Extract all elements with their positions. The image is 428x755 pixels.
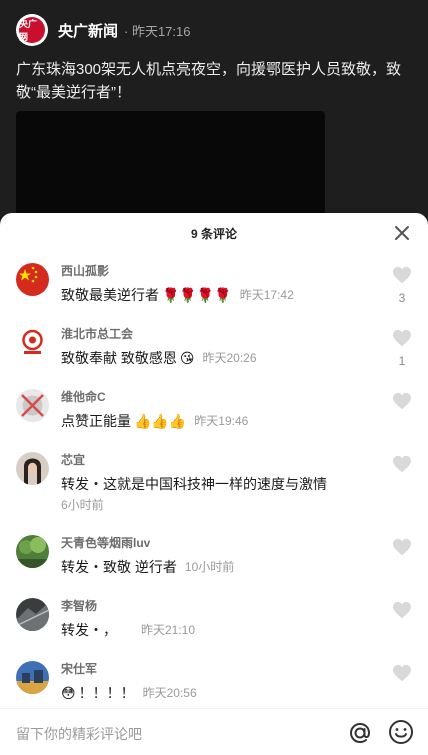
comment-text: 致敬奉献 致敬感恩 — [61, 350, 177, 366]
comment-author[interactable]: 李智杨 — [61, 598, 368, 614]
avatar[interactable] — [16, 389, 49, 422]
comment-input[interactable]: 留下你的精彩评论吧 — [16, 724, 142, 744]
heart-icon — [393, 664, 411, 682]
heart-icon — [393, 455, 411, 473]
avatar[interactable] — [16, 535, 49, 568]
comment-author[interactable]: 维他命C — [61, 389, 368, 405]
channel-logo[interactable]: 央广网 — [16, 14, 48, 46]
at-icon[interactable] — [346, 719, 374, 747]
thumbs-up-emoji-icon: 👍👍👍 — [134, 413, 187, 429]
heart-icon — [393, 392, 411, 410]
post-time: · 昨天17:16 — [124, 23, 191, 39]
rose-emoji-icon: 🌹🌹🌹🌹 — [162, 287, 232, 303]
like-button[interactable]: 3 — [390, 266, 414, 305]
like-button[interactable]: 1 — [390, 329, 414, 368]
avatar[interactable] — [16, 661, 49, 694]
comment-input-bar: 留下你的精彩评论吧 — [0, 708, 428, 755]
post-text: 广东珠海300架无人机点亮夜空，向援鄂医护人员致敬，致敬“最美逆行者”！ — [16, 61, 402, 101]
comment-time: 10小时前 — [184, 560, 235, 574]
heart-icon — [393, 266, 411, 284]
post-meta: 央广网 央广新闻 · 昨天17:16 — [16, 14, 191, 46]
comment-author[interactable]: 西山孤影 — [61, 263, 368, 279]
comment-author[interactable]: 宋仕军 — [61, 661, 368, 677]
avatar[interactable] — [16, 452, 49, 485]
avatar[interactable] — [16, 598, 49, 631]
like-button[interactable] — [390, 392, 414, 415]
avatar[interactable] — [16, 326, 49, 359]
comment-text: 转发・这就是中国科技神一样的速度与激情 — [61, 476, 327, 492]
comment-text: ！！！！ — [78, 685, 135, 701]
comment-text: 点赞正能量 — [61, 413, 131, 429]
like-count: 3 — [398, 291, 406, 305]
video-player[interactable] — [16, 111, 325, 215]
like-button[interactable] — [390, 601, 414, 624]
close-icon[interactable] — [390, 221, 414, 245]
comment-author[interactable]: 芯宜 — [61, 452, 368, 468]
comments-title: 9 条评论 — [190, 227, 237, 241]
comment-time: 昨天20:26 — [202, 351, 257, 365]
comment-time: 昨天21:10 — [141, 623, 196, 637]
comments-sheet: 9 条评论 西山孤影 致敬最美逆行者 🌹🌹🌹🌹 昨天17:42 3 淮北市总工会… — [0, 213, 428, 755]
heart-icon — [393, 601, 411, 619]
post-author[interactable]: 央广新闻 — [58, 20, 118, 41]
comment-time: 6小时前 — [61, 498, 104, 512]
like-button[interactable] — [390, 538, 414, 561]
comment-time: 昨天17:42 — [239, 288, 294, 302]
smiley-icon[interactable] — [388, 719, 414, 745]
comment-author[interactable]: 天青色等烟雨luv — [61, 535, 368, 551]
avatar[interactable] — [16, 263, 49, 296]
comment-time: 昨天20:56 — [142, 686, 197, 700]
like-count: 1 — [398, 354, 406, 368]
channel-logo-text: 央广网 — [19, 17, 45, 43]
like-button[interactable] — [390, 664, 414, 687]
heart-icon — [393, 538, 411, 556]
like-button[interactable] — [390, 455, 414, 478]
comment-text: 转发・致敬 逆行者 — [61, 559, 177, 575]
post-header: 央广网 央广新闻 · 昨天17:16 广东珠海300架无人机点亮夜空，向援鄂医护… — [0, 0, 428, 215]
comment-author[interactable]: 淮北市总工会 — [61, 326, 368, 342]
flushed-emoji-icon: 😳 — [61, 685, 76, 701]
kiss-emoji-icon: 😘 — [179, 350, 195, 366]
comment-text: 转发・， — [61, 622, 117, 638]
comment-text: 致敬最美逆行者 — [61, 287, 159, 303]
comment-time: 昨天19:46 — [194, 414, 249, 428]
heart-icon — [393, 329, 411, 347]
